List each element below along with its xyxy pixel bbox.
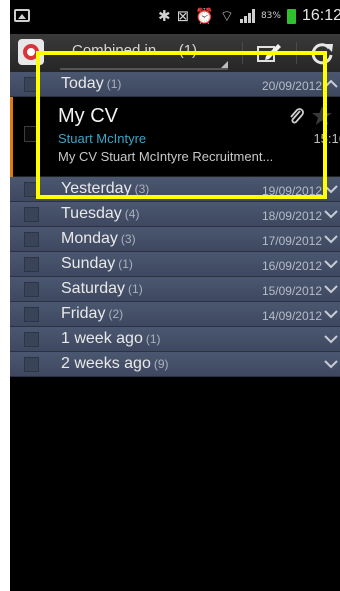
group-count: (9) <box>153 357 169 371</box>
alarm-icon: ⏰ <box>195 7 214 25</box>
message-list: Today (1) 20/09/2012 My CV Stuart McIntyr… <box>10 72 340 377</box>
group-header-today[interactable]: Today (1) 20/09/2012 <box>10 72 340 97</box>
wifi-icon: ⌔ <box>219 7 234 25</box>
compose-icon[interactable] <box>256 40 282 66</box>
group-date: 20/09/2012 <box>261 79 322 93</box>
group-header-monday[interactable]: Monday (3) 17/09/2012 <box>10 227 340 252</box>
email-subject: My CV <box>58 105 118 127</box>
spinner-corner-icon <box>221 61 228 68</box>
group-header-1-week-ago[interactable]: 1 week ago (1) <box>10 327 340 352</box>
group-header-saturday[interactable]: Saturday (1) 15/09/2012 <box>10 277 340 302</box>
group-header-friday[interactable]: Friday (2) 14/09/2012 <box>10 302 340 327</box>
group-count: (1) <box>128 282 143 296</box>
folder-count: (1) <box>178 42 198 59</box>
action-bar: Combined in... (1) <box>10 34 340 72</box>
chevron-up-icon[interactable] <box>324 78 338 90</box>
refresh-icon[interactable] <box>308 39 336 67</box>
email-sender: Stuart McIntyre <box>58 131 147 146</box>
clock: 16:12 <box>301 7 340 24</box>
battery-icon <box>286 8 296 24</box>
email-time: 15:16 <box>313 131 340 146</box>
status-icons: ✱ ⊠ ⏰ ⌔ 83% 16:12 <box>158 7 340 25</box>
group-label: 2 weeks ago (9) <box>61 355 169 372</box>
group-label: Yesterday (3) <box>61 180 150 197</box>
group-label: Today (1) <box>61 75 122 92</box>
chevron-down-icon[interactable] <box>324 233 338 245</box>
signal-icon <box>239 9 255 23</box>
email-checkbox[interactable] <box>24 126 40 142</box>
notification-icon[interactable] <box>14 9 30 22</box>
group-label: Monday (3) <box>61 230 136 247</box>
group-date: 15/09/2012 <box>261 284 322 298</box>
group-label: Saturday (1) <box>61 280 143 297</box>
app-icon[interactable] <box>18 39 44 65</box>
group-count: (1) <box>118 257 133 271</box>
group-header-tuesday[interactable]: Tuesday (4) 18/09/2012 <box>10 202 340 227</box>
mute-icon: ⊠ <box>176 7 190 25</box>
group-header-sunday[interactable]: Sunday (1) 16/09/2012 <box>10 252 340 277</box>
group-count: (3) <box>120 232 136 246</box>
folder-label: Combined in... <box>72 42 169 59</box>
chevron-down-icon[interactable] <box>324 208 338 220</box>
star-icon[interactable] <box>311 105 333 127</box>
group-count: (2) <box>108 307 124 321</box>
group-count: (4) <box>124 207 140 221</box>
unread-indicator <box>10 97 13 177</box>
group-date: 19/09/2012 <box>261 184 322 198</box>
group-checkbox[interactable] <box>24 232 39 247</box>
chevron-down-icon[interactable] <box>324 258 338 270</box>
chevron-down-icon[interactable] <box>324 283 338 295</box>
group-checkbox[interactable] <box>24 77 39 92</box>
divider <box>242 42 243 64</box>
email-list-item[interactable]: My CV Stuart McIntyre My CV Stuart McInt… <box>10 97 340 177</box>
group-checkbox[interactable] <box>24 332 39 347</box>
email-preview: My CV Stuart McIntyre Recruitment... <box>58 149 274 164</box>
chevron-down-icon[interactable] <box>324 308 338 320</box>
status-bar: ✱ ⊠ ⏰ ⌔ 83% 16:12 <box>10 0 340 34</box>
chevron-down-icon[interactable] <box>324 183 338 195</box>
group-checkbox[interactable] <box>24 282 39 297</box>
group-date: 17/09/2012 <box>261 234 322 248</box>
group-label: Sunday (1) <box>61 255 133 272</box>
chevron-down-icon[interactable] <box>324 358 338 370</box>
group-date: 16/09/2012 <box>261 259 322 273</box>
group-count: (1) <box>145 332 161 346</box>
group-label: Tuesday (4) <box>61 205 140 222</box>
phone-screen: ✱ ⊠ ⏰ ⌔ 83% 16:12 Combined in... (1) Tod… <box>10 0 340 591</box>
group-checkbox[interactable] <box>24 257 39 272</box>
group-checkbox[interactable] <box>24 182 39 197</box>
battery-percent: 83% <box>260 11 281 21</box>
bluetooth-icon: ✱ <box>157 7 171 25</box>
group-header-yesterday[interactable]: Yesterday (3) 19/09/2012 <box>10 177 340 202</box>
group-date: 14/09/2012 <box>261 309 322 323</box>
group-count: (1) <box>106 77 122 91</box>
group-date: 18/09/2012 <box>261 209 322 223</box>
group-label: Friday (2) <box>61 305 124 322</box>
group-header-2-weeks-ago[interactable]: 2 weeks ago (9) <box>10 352 340 377</box>
group-checkbox[interactable] <box>24 357 39 372</box>
folder-spinner[interactable]: Combined in... (1) <box>60 38 228 70</box>
group-checkbox[interactable] <box>24 307 39 322</box>
chevron-down-icon[interactable] <box>324 333 338 345</box>
attachment-icon <box>290 108 304 124</box>
divider <box>296 42 297 64</box>
group-count: (3) <box>134 182 150 196</box>
group-label: 1 week ago (1) <box>61 330 161 347</box>
group-checkbox[interactable] <box>24 207 39 222</box>
